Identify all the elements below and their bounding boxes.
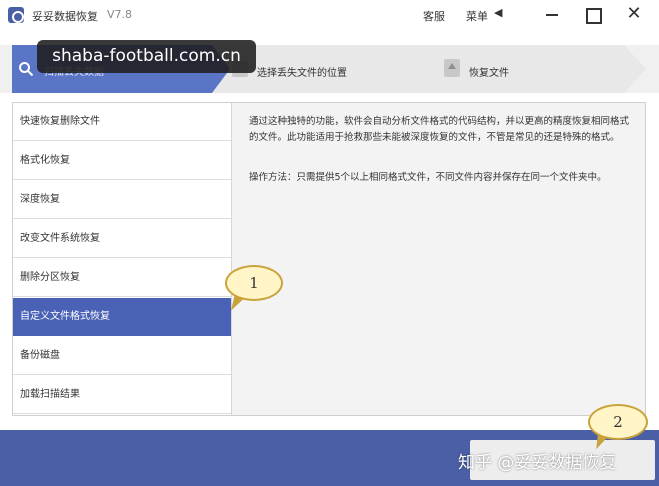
search-icon xyxy=(19,62,34,77)
menu-button[interactable]: 菜单 xyxy=(466,8,488,24)
app-version: V7.8 xyxy=(107,8,133,21)
mode-instructions: 操作方法：只需提供5个以上相同格式文件，不同文件内容并保存在同一个文件夹中。 xyxy=(249,172,607,183)
mode-filesystem-change-recover[interactable]: 改变文件系统恢复 xyxy=(13,220,231,258)
mode-partition-recover[interactable]: 删除分区恢复 xyxy=(13,259,231,297)
close-button[interactable]: ✕ xyxy=(622,3,646,25)
app-title: 妥妥数据恢复 xyxy=(32,10,98,23)
maximize-button[interactable] xyxy=(580,3,604,25)
title-bar: 妥妥数据恢复 V7.8 客服 菜单 ◀ ✕ xyxy=(0,0,659,30)
mode-quick-recover[interactable]: 快速恢复删除文件 xyxy=(13,103,231,141)
mode-deep-recover[interactable]: 深度恢复 xyxy=(13,181,231,219)
step-restore-label: 恢复文件 xyxy=(469,68,509,79)
service-button[interactable]: 客服 xyxy=(423,8,445,24)
zhihu-watermark: 知乎 @妥妥数据恢复 xyxy=(458,453,617,473)
content-panel: 快速恢复删除文件 格式化恢复 深度恢复 改变文件系统恢复 删除分区恢复 自定义文… xyxy=(12,102,646,416)
restore-icon xyxy=(444,59,460,77)
step-location-label: 选择丢失文件的位置 xyxy=(257,68,347,79)
app-logo-icon xyxy=(8,7,24,23)
callout-1: 1 xyxy=(225,265,283,301)
mode-description-panel: 通过这种独特的功能，软件会自动分析文件格式的代码结构，并以更高的精度恢复相同格式… xyxy=(231,103,645,415)
minimize-button[interactable] xyxy=(540,3,564,25)
url-watermark: shaba-football.com.cn xyxy=(37,40,256,73)
mode-load-scan-result[interactable]: 加载扫描结果 xyxy=(13,376,231,414)
menu-arrow-icon[interactable]: ◀ xyxy=(494,6,502,19)
mode-format-recover[interactable]: 格式化恢复 xyxy=(13,142,231,180)
mode-custom-format-recover[interactable]: 自定义文件格式恢复 xyxy=(13,298,231,336)
mode-backup-disk[interactable]: 备份磁盘 xyxy=(13,337,231,375)
recovery-mode-list: 快速恢复删除文件 格式化恢复 深度恢复 改变文件系统恢复 删除分区恢复 自定义文… xyxy=(13,103,231,415)
mode-description: 通过这种独特的功能，软件会自动分析文件格式的代码结构，并以更高的精度恢复相同格式… xyxy=(249,116,630,143)
callout-2: 2 xyxy=(588,404,648,440)
